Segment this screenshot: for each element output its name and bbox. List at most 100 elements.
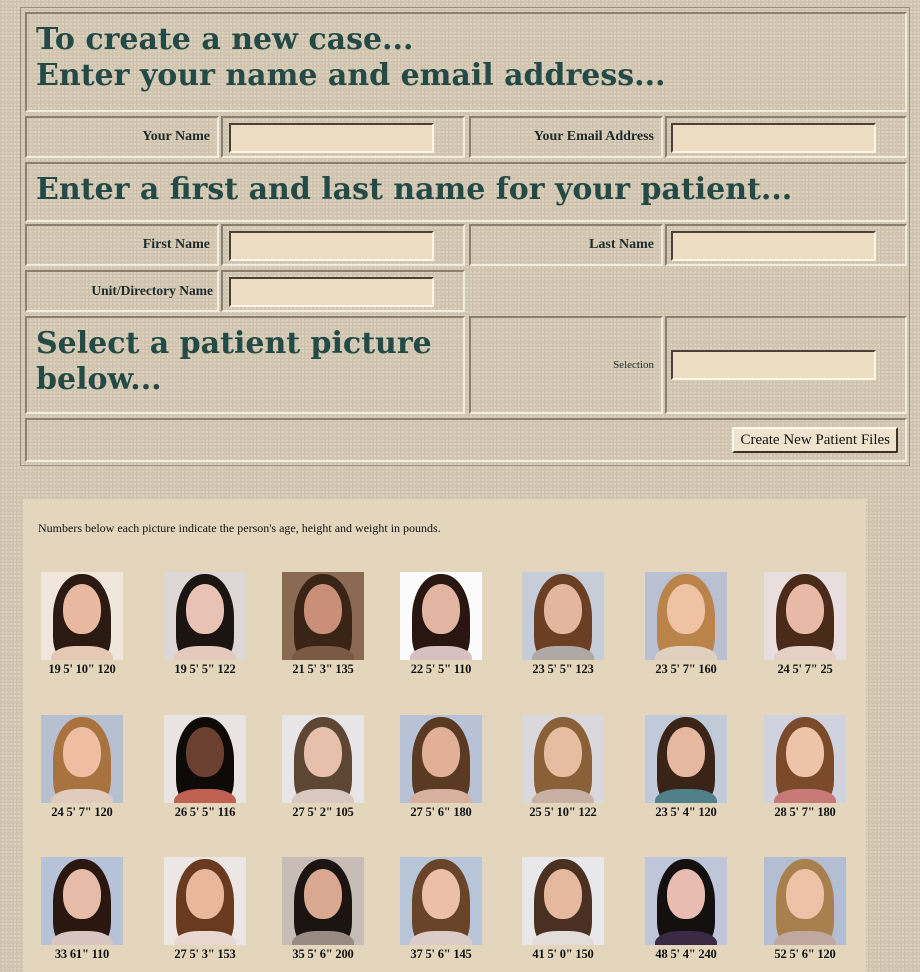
heading-line-2: Enter your name and email address... (36, 58, 666, 93)
picture-caption: 33 61" 110 (54, 947, 110, 961)
face-shape (304, 584, 342, 634)
unit-directory-cell (221, 270, 465, 312)
picture-caption: 25 5' 10" 122 (529, 805, 597, 819)
patient-picture[interactable] (400, 572, 482, 660)
patient-picture[interactable] (41, 715, 123, 803)
patient-picture[interactable] (164, 857, 246, 945)
face-shape (544, 727, 582, 777)
shirt-shape (410, 646, 472, 660)
shirt-shape (655, 931, 717, 945)
picture-caption: 52 5' 6" 120 (774, 947, 836, 961)
patient-picture[interactable] (41, 572, 123, 660)
patient-picture[interactable] (764, 715, 846, 803)
patient-picture[interactable] (764, 857, 846, 945)
shirt-shape (532, 931, 594, 945)
patient-name-heading: Enter a first and last name for your pat… (25, 162, 907, 222)
shirt-shape (410, 931, 472, 945)
email-cell (665, 116, 907, 158)
patient-picture[interactable] (645, 572, 727, 660)
face-shape (63, 584, 101, 634)
shirt-shape (51, 646, 113, 660)
picture-caption: 27 5' 2" 105 (292, 805, 354, 819)
shirt-shape (292, 646, 354, 660)
patient-picture-gallery: Numbers below each picture indicate the … (23, 499, 866, 972)
patient-picture[interactable] (282, 857, 364, 945)
shirt-shape (532, 646, 594, 660)
picture-caption: 41 5' 0" 150 (532, 947, 594, 961)
shirt-shape (774, 931, 836, 945)
face-shape (667, 869, 705, 919)
last-name-input[interactable] (671, 231, 876, 261)
patient-picture[interactable] (522, 572, 604, 660)
picture-caption: 23 5' 7" 160 (655, 662, 717, 676)
shirt-shape (51, 789, 113, 803)
first-name-cell (221, 224, 465, 266)
patient-picture[interactable] (164, 715, 246, 803)
shirt-shape (655, 646, 717, 660)
picture-caption: 22 5' 5" 110 (410, 662, 472, 676)
shirt-shape (292, 789, 354, 803)
shirt-shape (655, 789, 717, 803)
patient-picture[interactable] (645, 857, 727, 945)
selection-input[interactable] (671, 350, 876, 380)
face-shape (422, 869, 460, 919)
face-shape (786, 869, 824, 919)
your-name-label: Your Name (25, 116, 219, 158)
face-shape (63, 869, 101, 919)
face-shape (304, 869, 342, 919)
shirt-shape (774, 646, 836, 660)
create-case-heading: To create a new case... Enter your name … (25, 12, 907, 112)
first-name-input[interactable] (229, 231, 434, 261)
patient-picture[interactable] (764, 572, 846, 660)
face-shape (786, 584, 824, 634)
face-shape (786, 727, 824, 777)
select-picture-heading: Select a patient picture below... (25, 316, 465, 414)
patient-picture[interactable] (522, 857, 604, 945)
heading-line-1: To create a new case... (36, 22, 414, 57)
patient-picture[interactable] (282, 715, 364, 803)
picture-caption: 48 5' 4" 240 (655, 947, 717, 961)
patient-picture[interactable] (400, 857, 482, 945)
shirt-shape (51, 931, 113, 945)
shirt-shape (532, 789, 594, 803)
patient-picture[interactable] (41, 857, 123, 945)
shirt-shape (292, 931, 354, 945)
unit-directory-input[interactable] (229, 277, 434, 307)
face-shape (186, 727, 224, 777)
your-name-input[interactable] (229, 123, 434, 153)
face-shape (544, 584, 582, 634)
picture-caption: 21 5' 3" 135 (292, 662, 354, 676)
button-row: Create New Patient Files (25, 418, 907, 462)
picture-caption: 37 5' 6" 145 (410, 947, 472, 961)
face-shape (667, 584, 705, 634)
create-new-patient-files-button[interactable]: Create New Patient Files (732, 427, 898, 453)
patient-picture[interactable] (164, 572, 246, 660)
patient-picture[interactable] (522, 715, 604, 803)
face-shape (544, 869, 582, 919)
face-shape (667, 727, 705, 777)
face-shape (63, 727, 101, 777)
gallery-note: Numbers below each picture indicate the … (38, 521, 441, 535)
patient-heading-text: Enter a first and last name for your pat… (36, 172, 793, 207)
picture-caption: 28 5' 7" 180 (774, 805, 836, 819)
picture-caption: 35 5' 6" 200 (292, 947, 354, 961)
unit-directory-label: Unit/Directory Name (25, 270, 219, 312)
shirt-shape (410, 789, 472, 803)
picture-caption: 24 5' 7" 120 (51, 805, 113, 819)
shirt-shape (174, 646, 236, 660)
patient-picture[interactable] (645, 715, 727, 803)
selection-cell (665, 316, 907, 414)
patient-picture[interactable] (282, 572, 364, 660)
patient-picture[interactable] (400, 715, 482, 803)
shirt-shape (774, 789, 836, 803)
picture-caption: 26 5' 5" 116 (174, 805, 236, 819)
select-heading-line-2: below... (36, 362, 162, 397)
shirt-shape (174, 931, 236, 945)
email-input[interactable] (671, 123, 876, 153)
face-shape (422, 727, 460, 777)
picture-caption: 19 5' 5" 122 (174, 662, 236, 676)
last-name-cell (665, 224, 907, 266)
selection-label: Selection (469, 316, 663, 414)
picture-caption: 23 5' 5" 123 (532, 662, 594, 676)
picture-caption: 23 5' 4" 120 (655, 805, 717, 819)
